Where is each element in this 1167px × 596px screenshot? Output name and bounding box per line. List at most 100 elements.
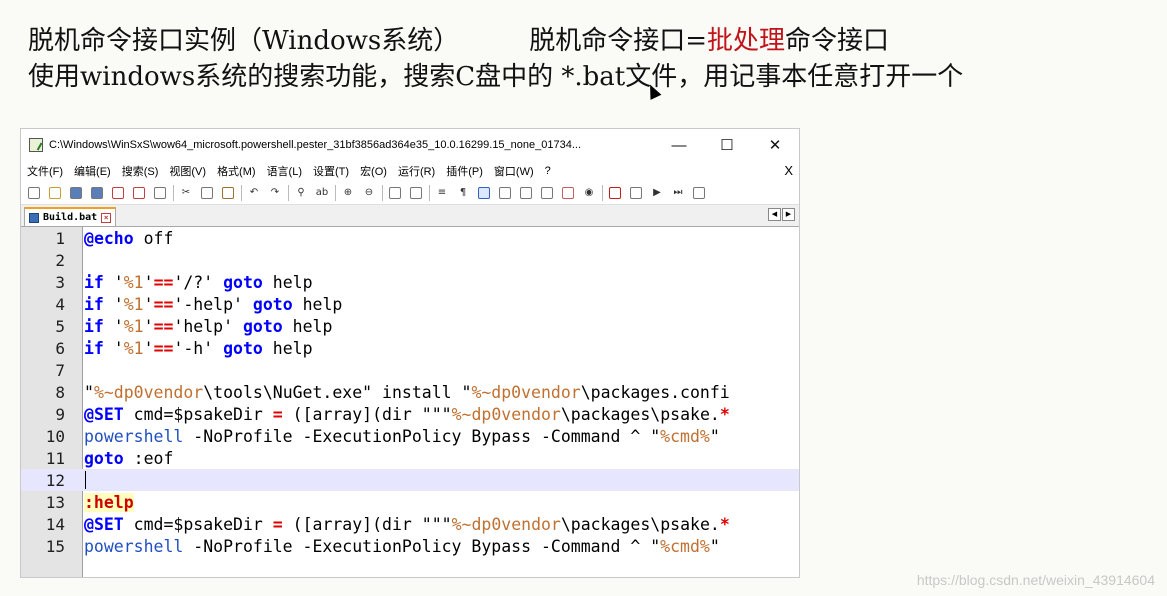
find-icon[interactable]: ⚲: [293, 185, 309, 201]
code-line: 11 goto :eof: [21, 447, 799, 469]
menu-plugins[interactable]: 插件(P): [446, 163, 483, 179]
zoom-out-icon[interactable]: ⊖: [361, 185, 377, 201]
copy-icon[interactable]: [199, 185, 215, 201]
window-controls: — ☐ ✕: [655, 129, 799, 161]
record-macro-icon[interactable]: [607, 185, 623, 201]
close-document-icon[interactable]: X: [784, 163, 793, 178]
token: cmd=$psakeDir: [123, 514, 273, 534]
code-editor[interactable]: 1 @echo off 2 3 if '%1'=='/?' goto help …: [21, 227, 799, 577]
token: @: [84, 514, 94, 534]
line-number: 13: [45, 492, 65, 512]
monitoring-icon[interactable]: ◉: [581, 185, 597, 201]
menu-edit[interactable]: 编辑(E): [74, 163, 111, 179]
doc-map-icon[interactable]: [518, 185, 534, 201]
open-file-icon[interactable]: [47, 185, 63, 201]
udl-icon[interactable]: [497, 185, 513, 201]
token: %~dp0vendor: [451, 404, 561, 424]
word-wrap-icon[interactable]: ≡: [434, 185, 450, 201]
tab-scroll-left-icon[interactable]: ◀: [768, 208, 781, 221]
token: %1: [123, 272, 144, 292]
close-icon[interactable]: [110, 185, 126, 201]
save-macro-icon[interactable]: [691, 185, 707, 201]
token: =: [272, 404, 283, 424]
code-line: 14 @SET cmd=$psakeDir = ([array](dir """…: [21, 513, 799, 535]
token: echo: [93, 228, 134, 248]
token: SET: [93, 514, 124, 534]
menu-help[interactable]: ?: [545, 165, 551, 177]
cut-icon[interactable]: ✂: [178, 185, 194, 201]
new-file-icon[interactable]: [26, 185, 42, 201]
code-line: 10 powershell -NoProfile -ExecutionPolic…: [21, 425, 799, 447]
close-button[interactable]: ✕: [751, 129, 799, 161]
line-number: 4: [55, 294, 65, 314]
token: :eof: [123, 448, 174, 468]
print-icon[interactable]: [152, 185, 168, 201]
menu-run[interactable]: 运行(R): [398, 163, 435, 179]
menu-format[interactable]: 格式(M): [217, 163, 256, 179]
token: @: [84, 228, 94, 248]
token: goto: [84, 448, 124, 468]
menu-bar: 文件(F) 编辑(E) 搜索(S) 视图(V) 格式(M) 语言(L) 设置(T…: [21, 161, 799, 181]
sync-vertical-icon[interactable]: [387, 185, 403, 201]
tab-bar: Build.bat × ◀ ▶: [21, 205, 799, 227]
token: '/?': [173, 272, 224, 292]
indent-guide-icon[interactable]: [476, 185, 492, 201]
show-all-chars-icon[interactable]: ¶: [455, 185, 471, 201]
undo-icon[interactable]: ↶: [246, 185, 262, 201]
menu-window[interactable]: 窗口(W): [494, 163, 534, 179]
line-number: 14: [45, 514, 65, 534]
code-line: 7: [21, 359, 799, 381]
menu-macro[interactable]: 宏(O): [360, 163, 387, 179]
token: '-h': [173, 338, 224, 358]
code-line: 13 :help: [21, 491, 799, 513]
line-number: 5: [55, 316, 65, 336]
token: ==: [153, 338, 174, 358]
save-all-icon[interactable]: [89, 185, 105, 201]
token: ==: [153, 294, 174, 314]
redo-icon[interactable]: ↷: [267, 185, 283, 201]
text-caret: [85, 471, 86, 489]
token: ': [143, 272, 154, 292]
folder-workspace-icon[interactable]: [560, 185, 576, 201]
notepadpp-window: C:\Windows\WinSxS\wow64_microsoft.powers…: [20, 128, 800, 578]
menu-view[interactable]: 视图(V): [169, 163, 206, 179]
tab-close-icon[interactable]: ×: [101, 212, 112, 223]
save-icon[interactable]: [68, 185, 84, 201]
close-all-icon[interactable]: [131, 185, 147, 201]
tab-scroll-right-icon[interactable]: ▶: [782, 208, 795, 221]
sync-horizontal-icon[interactable]: [408, 185, 424, 201]
token: %~dp0vendor: [93, 382, 204, 402]
menu-language[interactable]: 语言(L): [267, 163, 302, 179]
play-macro-icon[interactable]: ▶: [649, 185, 665, 201]
function-list-icon[interactable]: [539, 185, 555, 201]
token: if: [84, 272, 104, 292]
token: =: [272, 514, 283, 534]
token: powershell: [84, 536, 184, 556]
title-bar[interactable]: C:\Windows\WinSxS\wow64_microsoft.powers…: [21, 129, 799, 161]
heading-suffix: 命令接口: [785, 26, 890, 56]
run-macro-multiple-icon[interactable]: ⏭: [670, 185, 686, 201]
token: -NoProfile -ExecutionPolicy Bypass -Comm…: [183, 426, 661, 446]
token: *: [719, 514, 730, 534]
tab-build-bat[interactable]: Build.bat ×: [24, 207, 117, 226]
replace-icon[interactable]: ab: [314, 185, 330, 201]
menu-search[interactable]: 搜索(S): [122, 163, 159, 179]
code-line: 1 @echo off: [21, 227, 799, 249]
maximize-button[interactable]: ☐: [703, 129, 751, 161]
token: \packages.confi: [580, 382, 730, 402]
token: ': [103, 272, 124, 292]
token: off: [133, 228, 174, 248]
menu-settings[interactable]: 设置(T): [313, 163, 349, 179]
token: ': [103, 338, 124, 358]
zoom-in-icon[interactable]: ⊕: [340, 185, 356, 201]
menu-file[interactable]: 文件(F): [27, 163, 63, 179]
minimize-button[interactable]: —: [655, 129, 703, 161]
token: ": [84, 382, 94, 402]
paste-icon[interactable]: [220, 185, 236, 201]
token: @: [84, 404, 94, 424]
stop-macro-icon[interactable]: [628, 185, 644, 201]
tab-scroll-arrows: ◀ ▶: [767, 208, 795, 221]
token: \tools\NuGet.exe" install ": [203, 382, 472, 402]
line-number: 15: [45, 536, 65, 556]
token: goto: [223, 338, 263, 358]
